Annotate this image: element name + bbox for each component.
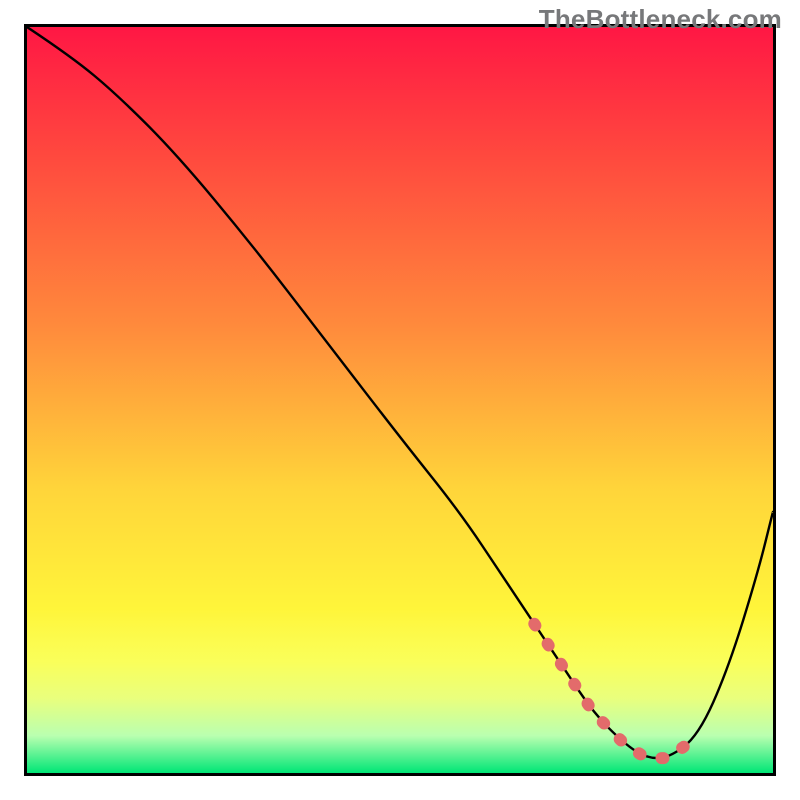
plot-area xyxy=(24,24,776,776)
gradient-background xyxy=(27,27,773,773)
watermark-label: TheBottleneck.com xyxy=(539,4,782,35)
bottleneck-chart xyxy=(27,27,773,773)
chart-container: TheBottleneck.com xyxy=(0,0,800,800)
